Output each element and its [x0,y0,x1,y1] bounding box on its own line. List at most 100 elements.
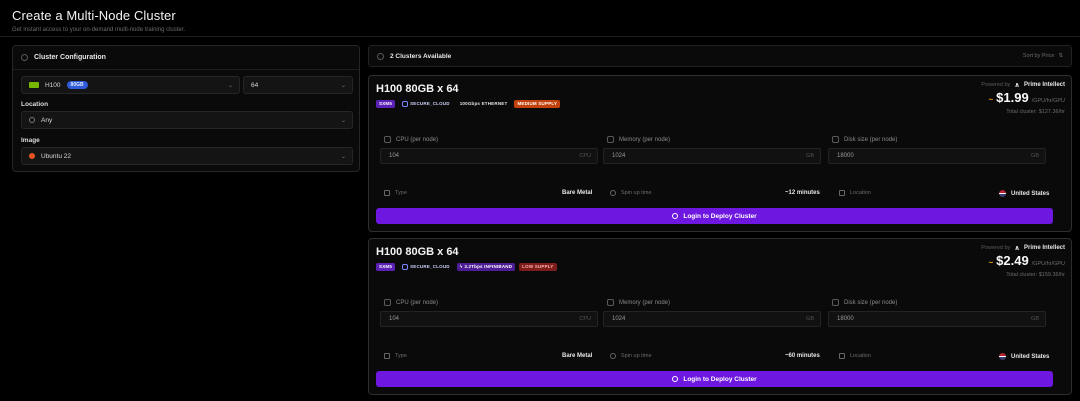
results-bar: 2 Clusters Available Sort by Price ⇅ [368,45,1072,67]
image-select[interactable]: Ubuntu 22 ⌄ [21,147,353,165]
location-info-value-text: United States [1011,190,1050,197]
chevron-down-icon: ⌄ [340,154,346,160]
disk-icon [832,136,839,143]
location-info-label: Location [839,190,871,196]
cluster-config-panel: Cluster Configuration H100 80GB ⌄ 64 ⌄ L… [12,45,360,172]
memory-field[interactable]: 1024 GB [603,148,821,164]
cluster-card: H100 80GB x 64 SXM5 SECURE_CLOUD 100Gbps… [368,75,1072,232]
disk-field[interactable]: 18000 GB [828,311,1046,327]
disk-unit: GB [1031,153,1039,159]
price-value: $2.49 [996,253,1029,268]
deploy-button-label: Login to Deploy Cluster [683,375,757,383]
deploy-button[interactable]: Login to Deploy Cluster [376,371,1053,387]
price-unit: /GPU/hr/GPU [1031,261,1065,267]
powered-by-label: Powered by [981,245,1011,251]
memory-unit: GB [806,153,814,159]
disk-label-text: Disk size (per node) [844,136,898,143]
memory-icon [607,299,614,306]
price-value: $1.99 [996,90,1029,105]
location-info-value: United States [999,190,1049,197]
nvidia-icon [29,82,39,88]
deploy-icon [672,376,679,382]
tag-supply: LOW SUPPLY [519,262,557,271]
location-select[interactable]: Any ⌄ [21,111,353,129]
spin-up-value: ~60 minutes [785,353,820,359]
ubuntu-icon [29,153,35,159]
disk-unit: GB [1031,316,1039,322]
chevron-down-icon: ⌄ [340,118,346,124]
tag-form-factor: SXM5 [376,99,396,108]
server-type-icon [384,353,390,359]
location-info-value: United States [999,353,1049,360]
cpu-label-text: CPU (per node) [396,136,439,143]
cpu-label: CPU (per node) [384,299,438,306]
type-label: Type [384,353,407,359]
memory-label: Memory (per node) [607,299,670,306]
clusters-count: 2 Clusters Available [390,52,452,60]
memory-label-text: Memory (per node) [619,136,671,143]
page-title: Create a Multi-Node Cluster [12,8,176,23]
powered-by: Powered by ∧ Prime Intellect [981,81,1065,89]
price-unit: /GPU/hr/GPU [1031,98,1065,104]
tag-security-label: SECURE_CLOUD [410,101,450,106]
cpu-field[interactable]: 104 CPU [380,148,598,164]
clock-icon [610,190,616,196]
price: ~ $2.49 /GPU/hr/GPU [988,253,1065,268]
clock-icon [610,353,616,359]
provider-name: Prime Intellect [1023,82,1065,88]
powered-by-label: Powered by [981,82,1011,88]
tag-network-label: 3.2Tbps INFINIBAND [464,264,513,269]
location-info-label-text: Location [850,190,871,196]
memory-field[interactable]: 1024 GB [603,311,821,327]
deploy-icon [672,213,679,219]
cluster-tags: SXM5 SECURE_CLOUD 100Gbps ETHERNET MEDIU… [376,99,561,108]
memory-label-text: Memory (per node) [619,299,671,306]
gpu-select[interactable]: H100 80GB ⌄ [21,76,240,94]
spin-up-label-text: Spin up time [621,353,652,359]
page-subtitle: Get instant access to your on-demand mul… [12,27,186,33]
gpu-name: H100 [45,81,61,89]
gpu-count-select[interactable]: 64 ⌄ [243,76,353,94]
deploy-button-label: Login to Deploy Cluster [683,212,757,220]
shield-icon [402,100,409,107]
cpu-label: CPU (per node) [384,136,438,143]
image-label: Image [21,137,40,144]
cpu-icon [384,299,391,306]
type-value: Bare Metal [562,353,593,359]
sort-icon: ⇅ [1058,53,1063,59]
chevron-down-icon: ⌄ [340,83,346,89]
tag-security: SECURE_CLOUD [399,99,453,108]
cpu-icon [384,136,391,143]
disk-field[interactable]: 18000 GB [828,148,1046,164]
spin-up-value: ~12 minutes [785,190,820,196]
disk-icon [832,299,839,306]
cpu-unit: CPU [579,316,591,322]
memory-label: Memory (per node) [607,136,670,143]
disk-label-text: Disk size (per node) [844,299,898,306]
cpu-field[interactable]: 104 CPU [380,311,598,327]
cpu-value: 104 [389,316,400,322]
disk-value: 18000 [837,153,854,159]
tag-network: 100Gbps ETHERNET [459,101,508,106]
sort-label: Sort by Price [1022,53,1055,59]
gpu-memory-badge: 80GB [66,81,88,89]
disk-value: 18000 [837,316,854,322]
gpu-count-value: 64 [251,81,259,89]
location-icon [839,353,845,359]
server-type-icon [384,190,390,196]
location-pin-icon [29,117,35,123]
chevron-down-icon: ⌄ [227,83,233,89]
tag-security: SECURE_CLOUD [399,262,453,271]
location-info-label: Location [839,353,871,359]
sort-button[interactable]: Sort by Price ⇅ [1023,53,1063,59]
cpu-value: 104 [389,153,400,159]
deploy-button[interactable]: Login to Deploy Cluster [376,208,1053,224]
config-panel-header: Cluster Configuration [13,46,359,70]
approx-icon: ~ [988,258,994,267]
price: ~ $1.99 /GPU/hr/GPU [988,90,1065,105]
tag-network: ϟ 3.2Tbps INFINIBAND [456,262,516,271]
server-icon [377,52,384,60]
memory-icon [607,136,614,143]
cluster-title: H100 80GB x 64 [376,83,459,95]
approx-icon: ~ [988,95,994,104]
